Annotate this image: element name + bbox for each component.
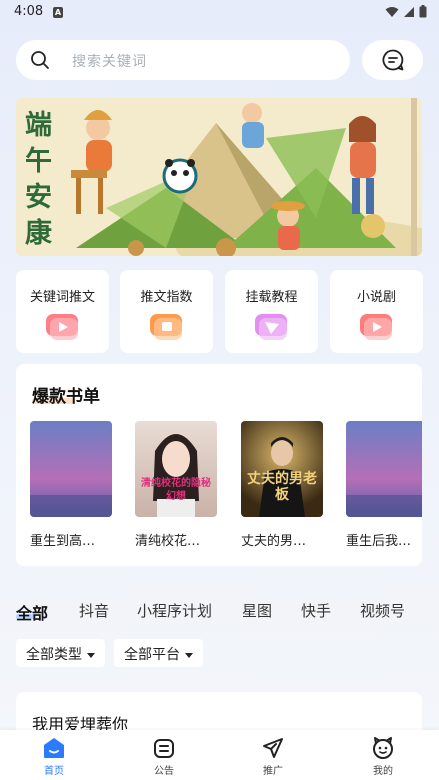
category-label: 关键词推文 <box>29 290 95 305</box>
caret-down-icon <box>185 652 193 658</box>
hot-list-title: 爆款书单 <box>32 387 100 407</box>
book-item[interactable]: 清纯校花的隐秘幻想 清纯校花… <box>135 421 217 549</box>
announcement-icon <box>154 739 174 758</box>
category-label: 推文指数 <box>140 290 193 305</box>
category-mount-tutorial[interactable]: 挂载教程 <box>225 270 318 353</box>
tab-douyin[interactable]: 抖音 <box>79 600 109 621</box>
message-icon <box>382 49 403 71</box>
type-filter-label: 全部类型 <box>26 647 82 663</box>
nav-announcements[interactable]: 公告 <box>134 736 194 777</box>
notification-icon: A <box>53 7 63 18</box>
video-icon <box>150 314 182 340</box>
book-cover-text: 清纯校花的隐秘幻想 <box>141 478 211 502</box>
status-time: 4:08 <box>14 4 44 19</box>
promo-banner[interactable]: 端午安康 <box>16 98 422 256</box>
banner-illustration <box>16 98 422 256</box>
book-title: 重生到高… <box>30 534 96 549</box>
search-placeholder: 搜索关键词 <box>72 54 147 70</box>
book-cover: 清纯校花的隐秘幻想 <box>135 421 217 517</box>
home-icon <box>44 738 64 758</box>
search-icon <box>31 51 49 69</box>
nav-label: 首页 <box>44 766 64 777</box>
nav-label: 公告 <box>154 766 174 777</box>
search-input[interactable]: 搜索关键词 <box>16 40 350 80</box>
status-bar: 4:08 A <box>0 0 439 26</box>
signal-icon <box>404 6 414 17</box>
bottom-nav: 首页 公告 推广 我的 <box>0 730 439 780</box>
category-label: 挂载教程 <box>245 290 298 305</box>
hot-book-list: 爆款书单 重生到高… 清纯校花的隐秘幻想 清纯校花… 丈夫的男老板 丈夫的男… … <box>16 364 422 566</box>
nav-label: 推广 <box>263 766 283 777</box>
nav-label: 我的 <box>373 766 393 777</box>
book-title: 丈夫的男… <box>241 534 307 549</box>
book-item[interactable]: 丈夫的男老板 丈夫的男… <box>241 421 323 549</box>
video-icon <box>46 314 78 340</box>
category-post-index[interactable]: 推文指数 <box>120 270 213 353</box>
tab-kuaishou[interactable]: 快手 <box>301 600 331 621</box>
nav-promotion[interactable]: 推广 <box>243 736 303 777</box>
caret-down-icon <box>87 652 95 658</box>
book-cover: 丈夫的男老板 <box>241 421 323 517</box>
book-title: 清纯校花… <box>135 534 201 549</box>
banner-title: 端午安康 <box>25 110 52 249</box>
tab-mini-program[interactable]: 小程序计划 <box>137 600 212 621</box>
book-item[interactable]: 重生后我… <box>346 421 422 549</box>
type-filter-dropdown[interactable]: 全部类型 <box>16 639 105 667</box>
tab-xingtu[interactable]: 星图 <box>242 600 272 621</box>
status-icons <box>385 5 427 18</box>
message-button[interactable] <box>362 40 423 80</box>
nav-home[interactable]: 首页 <box>24 736 84 777</box>
book-cover <box>30 421 112 517</box>
book-cover-text: 丈夫的男老板 <box>247 471 317 503</box>
profile-icon <box>373 737 393 759</box>
platform-filter-dropdown[interactable]: 全部平台 <box>114 639 203 667</box>
book-item[interactable]: 重生到高… <box>30 421 112 549</box>
book-cover <box>346 421 422 517</box>
platform-filter-label: 全部平台 <box>124 647 180 663</box>
battery-icon <box>419 5 427 18</box>
nav-profile[interactable]: 我的 <box>353 736 413 777</box>
send-icon <box>255 314 287 340</box>
tab-video-channel[interactable]: 视频号 <box>360 600 405 621</box>
category-label: 小说剧 <box>356 290 396 305</box>
video-icon <box>360 314 392 340</box>
send-icon <box>263 738 283 758</box>
category-keyword-posts[interactable]: 关键词推文 <box>16 270 109 353</box>
wifi-icon <box>385 6 399 17</box>
tab-all[interactable]: 全部 <box>16 600 48 624</box>
book-title: 重生后我… <box>346 534 412 549</box>
category-novel-drama[interactable]: 小说剧 <box>330 270 423 353</box>
